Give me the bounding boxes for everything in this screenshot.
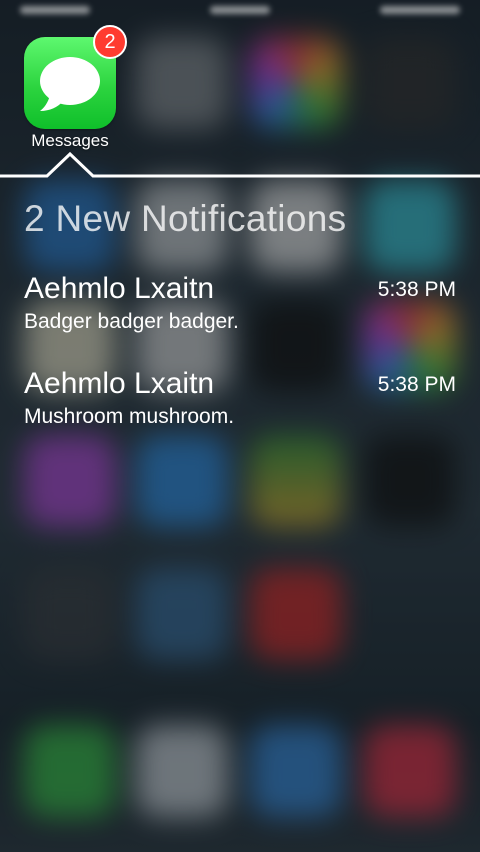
notification-time: 5:38 PM bbox=[377, 373, 456, 396]
status-battery bbox=[380, 6, 460, 14]
status-carrier bbox=[20, 6, 90, 14]
notifications-heading: 2 New Notifications bbox=[24, 198, 347, 239]
status-clock bbox=[210, 6, 270, 14]
app-label: Messages bbox=[31, 131, 109, 150]
notification-time: 5:38 PM bbox=[377, 278, 456, 301]
notification-message: Mushroom mushroom. bbox=[24, 405, 235, 428]
notification-divider bbox=[0, 151, 480, 178]
notification-message: Badger badger badger. bbox=[24, 310, 239, 333]
notification-sender: Aehmlo Lxaitn bbox=[24, 367, 215, 400]
status-bar bbox=[0, 0, 480, 20]
notification-sender: Aehmlo Lxaitn bbox=[24, 272, 215, 305]
unread-badge: 2 bbox=[93, 25, 127, 59]
